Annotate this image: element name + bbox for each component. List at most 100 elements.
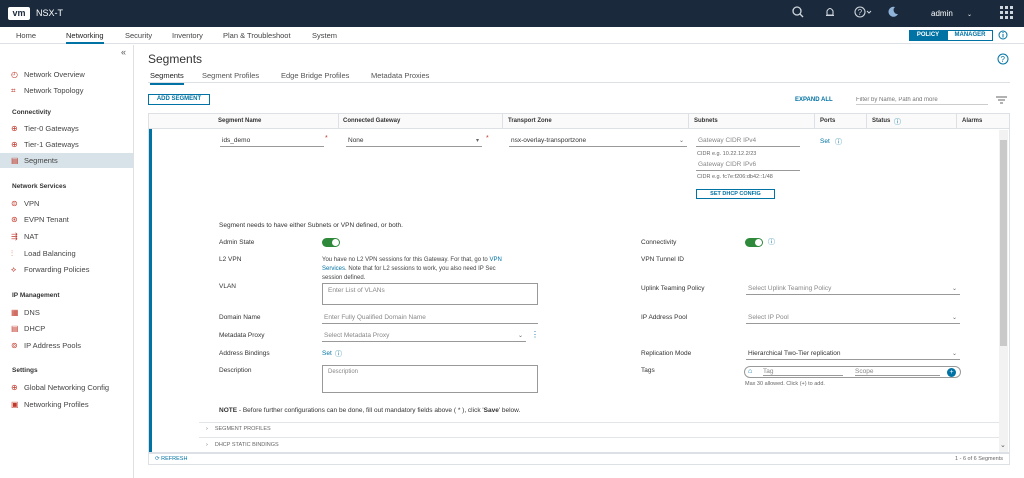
segment-name-input[interactable]: ids_demo (220, 136, 324, 147)
tag-icon: ⌂ (748, 368, 753, 375)
sidebar-item-networking-profiles[interactable]: ▣ Networking Profiles (0, 397, 133, 412)
vpn-icon: ⊜ (11, 199, 18, 208)
transport-zone-select[interactable]: nsx-overlay-transportzone ⌄ (509, 136, 687, 147)
sidebar-item-global-networking-config[interactable]: ⊕ Global Networking Config (0, 380, 133, 395)
domain-name-input[interactable]: Enter Fully Qualified Domain Name (322, 313, 538, 324)
ports-info-icon[interactable]: ⓘ (835, 137, 842, 147)
sidebar-item-network-overview[interactable]: ◴ Network Overview (0, 67, 133, 82)
vpn-link[interactable]: VPN (489, 257, 501, 263)
collapse-sidebar-icon[interactable]: « (121, 47, 126, 57)
sidebar-item-load-balancing[interactable]: ⫶ Load Balancing (0, 246, 133, 261)
sidebar-item-dns[interactable]: ▦ DNS (0, 305, 133, 320)
scrollbar-thumb[interactable] (1000, 140, 1007, 346)
refresh-label: REFRESH (161, 456, 188, 462)
connectivity-toggle[interactable] (745, 238, 763, 247)
dhcp-static-bindings-section[interactable]: › DHCP STATIC BINDINGS (206, 442, 279, 448)
chevron-down-icon: ⌄ (951, 286, 957, 292)
dhcp-icon: ▤ (11, 324, 19, 333)
chevron-down-icon: ⌄ (967, 12, 973, 18)
grid-scrollbar[interactable]: ⌄ (999, 130, 1008, 452)
apps-grid-icon[interactable] (1000, 6, 1013, 22)
load-balancing-icon: ⫶ (11, 249, 13, 258)
sidebar-item-ip-address-pools[interactable]: ⊚ IP Address Pools (0, 338, 133, 353)
moon-icon[interactable] (887, 6, 899, 21)
gateway-cidr-ipv4-input[interactable]: Gateway CIDR IPv4 (696, 136, 800, 147)
scroll-down-icon[interactable]: ⌄ (1000, 441, 1006, 449)
subtab-edge-bridge-profiles[interactable]: Edge Bridge Profiles (281, 71, 349, 80)
vlan-label: VLAN (219, 283, 236, 290)
section-settings: Settings (12, 367, 38, 374)
main-nav: Home Networking Security Inventory Plan … (0, 27, 1024, 44)
col-subnets[interactable]: Subnets (694, 118, 718, 124)
l2vpn-label: L2 VPN (219, 256, 242, 263)
sidebar-item-dhcp[interactable]: ▤ DHCP (0, 321, 133, 336)
metadata-proxy-select[interactable]: Select Metadata Proxy ⌄ (322, 331, 526, 342)
address-bindings-set-link[interactable]: Set (322, 350, 332, 357)
subtab-divider (148, 82, 1010, 83)
refresh-button[interactable]: ⟳ REFRESH (155, 456, 187, 462)
nav-tab-inventory[interactable]: Inventory (172, 31, 203, 40)
subtab-metadata-proxies[interactable]: Metadata Proxies (371, 71, 429, 80)
search-icon[interactable] (792, 6, 804, 21)
nav-tab-system[interactable]: System (312, 31, 337, 40)
scope-input[interactable]: Scope (855, 368, 940, 376)
nav-tab-networking[interactable]: Networking (66, 31, 104, 44)
info-icon[interactable] (998, 30, 1008, 42)
more-options-icon[interactable]: ⋮ (531, 330, 539, 339)
filter-input[interactable] (856, 95, 988, 105)
description-textarea[interactable]: Description (322, 365, 538, 393)
segment-profiles-section[interactable]: › SEGMENT PROFILES (206, 426, 271, 432)
filter-icon[interactable] (996, 96, 1007, 106)
connectivity-info-icon[interactable]: ⓘ (768, 237, 775, 247)
help-circle-icon[interactable]: ? (997, 53, 1009, 67)
col-status[interactable]: Status (872, 118, 890, 124)
col-transport-zone[interactable]: Transport Zone (508, 118, 552, 124)
gateway-cidr-ipv6-input[interactable]: Gateway CIDR IPv6 (696, 160, 800, 171)
connected-gateway-select[interactable]: None ▾ (346, 136, 482, 147)
col-alarms[interactable]: Alarms (962, 118, 982, 124)
sidebar-item-tier1-gateways[interactable]: ⊕ Tier-1 Gateways (0, 137, 133, 152)
sidebar-item-tier0-gateways[interactable]: ⊕ Tier-0 Gateways (0, 121, 133, 136)
l2vpn-message: You have no L2 VPN sessions for this Gat… (322, 256, 542, 283)
nav-tab-security[interactable]: Security (125, 31, 152, 40)
admin-state-toggle[interactable] (322, 238, 340, 247)
col-ports[interactable]: Ports (820, 118, 835, 124)
sidebar-item-nat[interactable]: ⇶ NAT (0, 229, 133, 244)
required-marker: * (486, 135, 489, 142)
help-icon[interactable]: ? (854, 6, 872, 22)
set-dhcp-config-button[interactable]: SET DHCP CONFIG (696, 189, 775, 199)
status-info-icon[interactable]: ⓘ (894, 117, 901, 127)
sidebar-item-label: Load Balancing (24, 249, 76, 258)
expand-all-link[interactable]: EXPAND ALL (795, 97, 833, 103)
user-menu[interactable]: admin ⌄ (931, 9, 972, 18)
sidebar-item-label: EVPN Tenant (24, 215, 69, 224)
add-tag-button[interactable]: + (947, 368, 956, 377)
sidebar-item-network-topology[interactable]: ⌗ Network Topology (0, 83, 133, 98)
section-connectivity: Connectivity (12, 109, 52, 116)
uplink-teaming-policy-select[interactable]: Select Uplink Teaming Policy ⌄ (746, 284, 960, 295)
sidebar-item-forwarding-policies[interactable]: ⟡ Forwarding Policies (0, 262, 133, 277)
sidebar-item-segments[interactable]: ▤ Segments (0, 153, 133, 168)
user-name: admin (931, 9, 953, 18)
section-label: SEGMENT PROFILES (214, 426, 271, 432)
nav-tab-plan-troubleshoot[interactable]: Plan & Troubleshoot (223, 31, 291, 40)
ip-pool-select[interactable]: Select IP Pool ⌄ (746, 313, 960, 324)
policy-mode-button[interactable]: POLICY (909, 30, 947, 41)
col-divider (866, 114, 867, 129)
bell-icon[interactable] (824, 6, 836, 21)
sidebar-item-vpn[interactable]: ⊜ VPN (0, 196, 133, 211)
col-segment-name[interactable]: Segment Name (218, 118, 261, 124)
ports-set-link[interactable]: Set (820, 138, 830, 145)
vlan-input[interactable]: Enter List of VLANs (322, 283, 538, 305)
tag-input[interactable]: Tag (763, 368, 843, 376)
replication-mode-select[interactable]: Hierarchical Two-Tier replication ⌄ (746, 349, 960, 360)
subtab-segment-profiles[interactable]: Segment Profiles (202, 71, 259, 80)
add-segment-button[interactable]: ADD SEGMENT (148, 94, 210, 105)
nav-tab-home[interactable]: Home (16, 31, 36, 40)
address-bindings-info-icon[interactable]: ⓘ (335, 349, 342, 359)
services-link[interactable]: Services (322, 266, 345, 272)
col-connected-gateway[interactable]: Connected Gateway (343, 118, 400, 124)
sidebar-item-evpn-tenant[interactable]: ⊛ EVPN Tenant (0, 212, 133, 227)
note-end: ' below. (498, 407, 521, 414)
manager-mode-button[interactable]: MANAGER (947, 30, 993, 41)
